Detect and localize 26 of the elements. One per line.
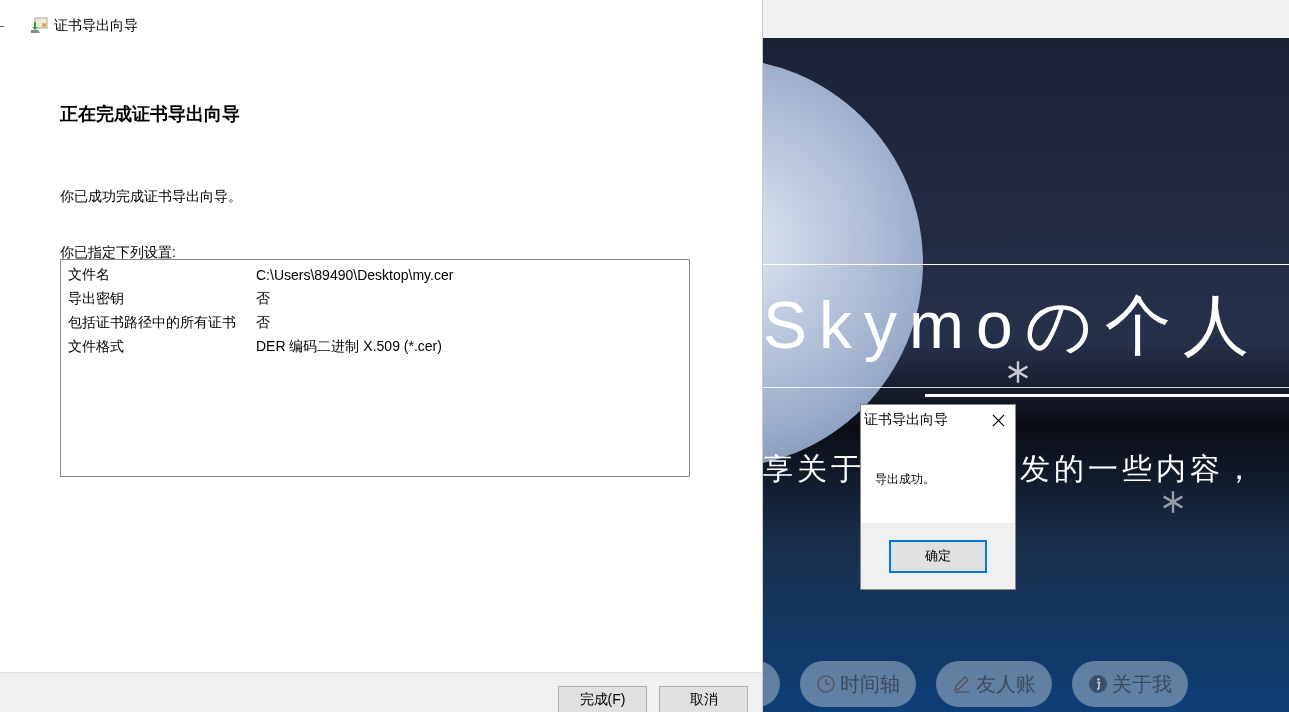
wizard-heading: 正在完成证书导出向导 (60, 103, 241, 126)
snowflake-icon (1161, 490, 1185, 514)
setting-value: DER 编码二进制 X.509 (*.cer) (256, 338, 442, 356)
setting-name: 包括证书路径中的所有证书 (68, 314, 237, 332)
certificate-icon (30, 17, 48, 35)
ok-button[interactable]: 确定 (889, 539, 987, 573)
settings-label: 你已指定下列设置: (60, 244, 177, 262)
dialog-message: 导出成功。 (874, 471, 936, 488)
blog-subtitle: 发的一些内容， (1020, 452, 1258, 486)
setting-name: 文件格式 (68, 338, 125, 356)
setting-name: 导出密钥 (68, 290, 125, 308)
wizard-button[interactable]: 取消 (659, 686, 748, 712)
success-message: 你已成功完成证书导出向导。 (60, 188, 243, 206)
pencil-icon (952, 674, 972, 694)
window-title: 证书导出向导 (54, 17, 138, 35)
wizard-button[interactable]: 完成(F) (558, 686, 647, 712)
clock-icon (816, 674, 836, 694)
setting-value: C:\Users\89490\Desktop\my.cer (256, 267, 454, 283)
blog-subtitle: 享关于 (763, 452, 865, 486)
close-icon[interactable] (992, 413, 1005, 427)
dialog-title: 证书导出向导 (864, 411, 948, 429)
setting-value: 否 (256, 290, 270, 308)
info-icon (1088, 674, 1108, 694)
setting-value: 否 (256, 314, 270, 332)
snowflake-icon (1006, 360, 1030, 384)
setting-name: 文件名 (68, 266, 111, 284)
